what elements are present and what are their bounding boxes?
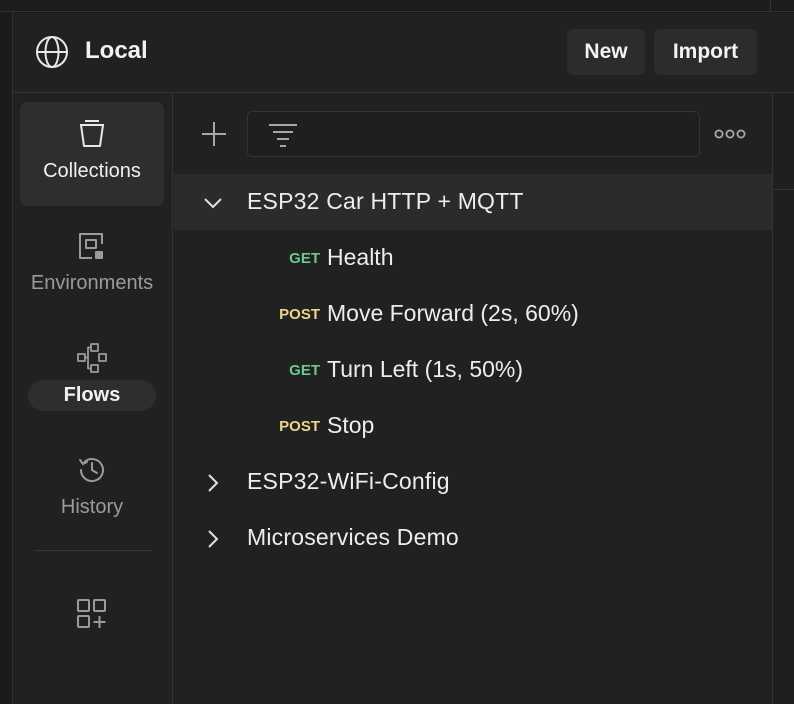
request-row[interactable]: POST Move Forward (2s, 60%) (174, 286, 772, 342)
window-top-strip (0, 0, 794, 12)
filter-box[interactable] (247, 111, 700, 157)
sidebar-item-label: Environments (30, 272, 154, 294)
request-name: Health (327, 244, 394, 270)
collection-name: ESP32-WiFi-Config (247, 468, 450, 494)
collection-row[interactable]: ESP32 Car HTTP + MQTT (174, 174, 772, 230)
new-button[interactable]: New (567, 29, 645, 75)
sidebar-item-label: Flows (27, 380, 157, 411)
sidebar-item-environments[interactable]: Environments (20, 214, 164, 318)
request-name: Turn Left (1s, 50%) (327, 356, 524, 382)
workspace-header: Local New Import (13, 13, 794, 93)
collection-row[interactable]: Microservices Demo (174, 510, 772, 566)
globe-icon (36, 36, 68, 68)
chevron-down-icon[interactable] (202, 192, 224, 214)
more-horizontal-icon[interactable] (714, 124, 746, 144)
filter-icon (269, 124, 297, 147)
collections-panel: ESP32 Car HTTP + MQTT GET Health POST Mo… (174, 94, 772, 704)
collection-name: Microservices Demo (247, 524, 459, 550)
collections-icon (80, 120, 104, 147)
filter-input[interactable] (312, 120, 682, 148)
sidebar-item-flows[interactable]: Flows (20, 326, 164, 430)
request-name: Stop (327, 412, 375, 438)
request-row[interactable]: GET Turn Left (1s, 50%) (174, 342, 772, 398)
method-badge: GET (289, 250, 320, 267)
sidebar-item-label: Collections (43, 160, 141, 182)
sidebar: Collections Environments Flows History (13, 94, 173, 704)
chevron-right-icon[interactable] (202, 472, 224, 494)
plus-icon[interactable] (200, 120, 228, 148)
sidebar-item-label: History (60, 496, 124, 518)
method-badge: POST (279, 418, 320, 435)
request-row[interactable]: GET Health (174, 230, 772, 286)
sidebar-item-collections[interactable]: Collections (20, 102, 164, 206)
method-badge: GET (289, 362, 320, 379)
import-button[interactable]: Import (654, 29, 757, 75)
environments-icon (79, 233, 103, 259)
chevron-right-icon[interactable] (202, 528, 224, 550)
request-row[interactable]: POST Stop (174, 398, 772, 454)
history-icon (79, 458, 104, 483)
add-apps-icon[interactable] (75, 597, 109, 631)
collection-row[interactable]: ESP32-WiFi-Config (174, 454, 772, 510)
sidebar-item-history[interactable]: History (20, 438, 164, 542)
workspace-panel: Local New Import Collections Environment… (12, 13, 794, 704)
right-pane-edge (772, 94, 794, 704)
flows-icon (77, 343, 107, 373)
workspace-title: Local (85, 37, 148, 64)
sidebar-divider (35, 550, 151, 551)
collection-name: ESP32 Car HTTP + MQTT (247, 188, 524, 214)
request-name: Move Forward (2s, 60%) (327, 300, 579, 326)
method-badge: POST (279, 306, 320, 323)
